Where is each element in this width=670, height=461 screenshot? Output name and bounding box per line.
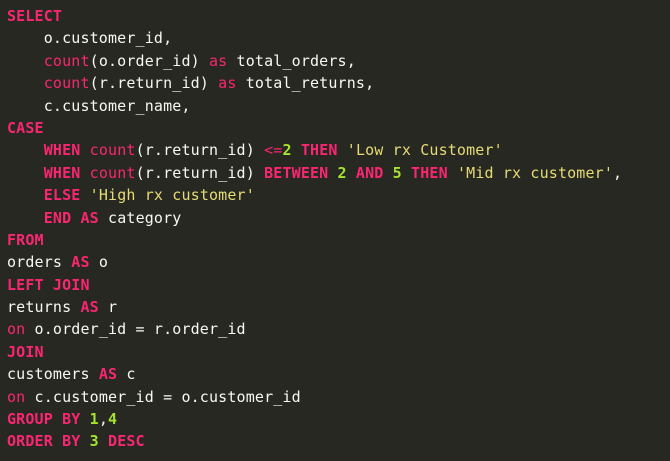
number-token: 4 (108, 410, 118, 429)
code-line: on o.order_id = r.order_id (7, 318, 670, 340)
function-token: as (209, 51, 228, 70)
number-token: 2 (337, 163, 347, 182)
identifier-token (7, 52, 44, 70)
code-line: on c.customer_id = o.customer_id (7, 386, 670, 408)
function-token: count (43, 74, 90, 93)
identifier-token (292, 141, 301, 159)
identifier-token: c.customer_id = o.customer_id (25, 387, 301, 406)
keyword-token: FROM (7, 230, 44, 249)
keyword-token: AS (71, 253, 90, 272)
code-line: count(o.order_id) as total_orders, (7, 50, 670, 72)
keyword-token: BETWEEN (264, 163, 329, 182)
identifier-token (80, 141, 89, 159)
keyword-token: SELECT (7, 7, 63, 25)
code-editor[interactable]: SELECT o.customer_id, count(o.order_id) … (0, 0, 670, 461)
keyword-token: ELSE (43, 186, 81, 205)
identifier-token: (r.return_id) (135, 141, 265, 160)
identifier-token (7, 164, 44, 182)
identifier-token: o.customer_id, (7, 29, 173, 48)
identifier-token (7, 186, 44, 204)
code-line: c.customer_name, (7, 95, 670, 117)
identifier-token: c (117, 365, 136, 384)
function-token: on (7, 320, 26, 339)
identifier-token (402, 164, 411, 182)
identifier-token (338, 141, 347, 159)
operator-token: <= (264, 141, 283, 160)
code-line: customers AS c (7, 363, 670, 385)
identifier-token (80, 164, 89, 182)
code-line: WHEN count(r.return_id) <=2 THEN 'Low rx… (7, 139, 670, 161)
identifier-token (99, 432, 108, 450)
function-token: on (7, 387, 26, 406)
number-token: 3 (89, 432, 99, 451)
function-token: count (89, 141, 136, 160)
function-token: count (89, 163, 136, 182)
code-line: END AS category (7, 207, 670, 229)
string-token: 'High rx customer' (89, 186, 255, 205)
code-line: WHEN count(r.return_id) BETWEEN 2 AND 5 … (7, 162, 670, 184)
code-line: o.customer_id, (7, 27, 670, 49)
function-token: as (218, 74, 237, 93)
string-token: 'Mid rx customer' (456, 163, 614, 182)
code-line: CASE (7, 117, 670, 139)
identifier-token: , (98, 410, 109, 429)
keyword-token: WHEN (43, 141, 81, 160)
function-token: count (43, 51, 90, 70)
identifier-token: total_returns, (236, 74, 375, 93)
number-token: 2 (282, 141, 292, 160)
identifier-token: (o.order_id) (89, 51, 209, 70)
identifier-token: category (98, 208, 182, 227)
identifier-token (80, 432, 89, 450)
identifier-token: c.customer_name, (7, 96, 191, 115)
identifier-token: o (89, 253, 109, 272)
code-line: orders AS o (7, 251, 670, 273)
code-line: JOIN (7, 341, 670, 363)
identifier-token (7, 141, 44, 159)
keyword-token: THEN (411, 163, 448, 182)
number-token: 1 (89, 410, 99, 429)
code-line: ORDER BY 3 DESC (7, 430, 670, 452)
identifier-token: orders (7, 253, 72, 272)
code-line: LEFT JOIN (7, 274, 670, 296)
code-line: ELSE 'High rx customer' (7, 184, 670, 206)
identifier-token (347, 164, 356, 182)
identifier-token (328, 164, 337, 182)
code-line: returns AS r (7, 296, 670, 318)
code-line: SELECT (7, 5, 670, 27)
identifier-token (383, 164, 392, 182)
keyword-token: JOIN (7, 342, 44, 361)
identifier-token (7, 74, 44, 92)
identifier-token (7, 209, 44, 227)
code-line: GROUP BY 1,4 (7, 408, 670, 430)
keyword-token: ORDER BY (7, 432, 81, 451)
keyword-token: GROUP BY (7, 410, 81, 429)
keyword-token: THEN (300, 141, 338, 160)
keyword-token: CASE (7, 118, 44, 137)
keyword-token: END (43, 208, 72, 227)
number-token: 5 (392, 163, 402, 182)
keyword-token: AND (355, 163, 384, 182)
identifier-token: (r.return_id) (89, 74, 219, 93)
keyword-token: AS (98, 365, 118, 384)
identifier-token: (r.return_id) (135, 163, 265, 182)
keyword-token: AS (80, 208, 99, 227)
identifier-token: customers (7, 365, 99, 384)
identifier-token: returns (7, 298, 81, 317)
code-line: FROM (7, 229, 670, 251)
keyword-token: DESC (108, 432, 145, 451)
keyword-token: WHEN (43, 163, 81, 182)
keyword-token: LEFT JOIN (7, 275, 90, 294)
identifier-token: r (98, 298, 118, 317)
code-line: count(r.return_id) as total_returns, (7, 72, 670, 94)
identifier-token: total_orders, (227, 51, 356, 70)
keyword-token: AS (80, 298, 99, 317)
identifier-token: o.order_id = r.order_id (25, 320, 246, 339)
string-token: 'Low rx Customer' (346, 141, 503, 160)
identifier-token (80, 186, 89, 204)
identifier-token: , (613, 163, 623, 182)
identifier-token (448, 164, 457, 182)
identifier-token (80, 410, 89, 428)
